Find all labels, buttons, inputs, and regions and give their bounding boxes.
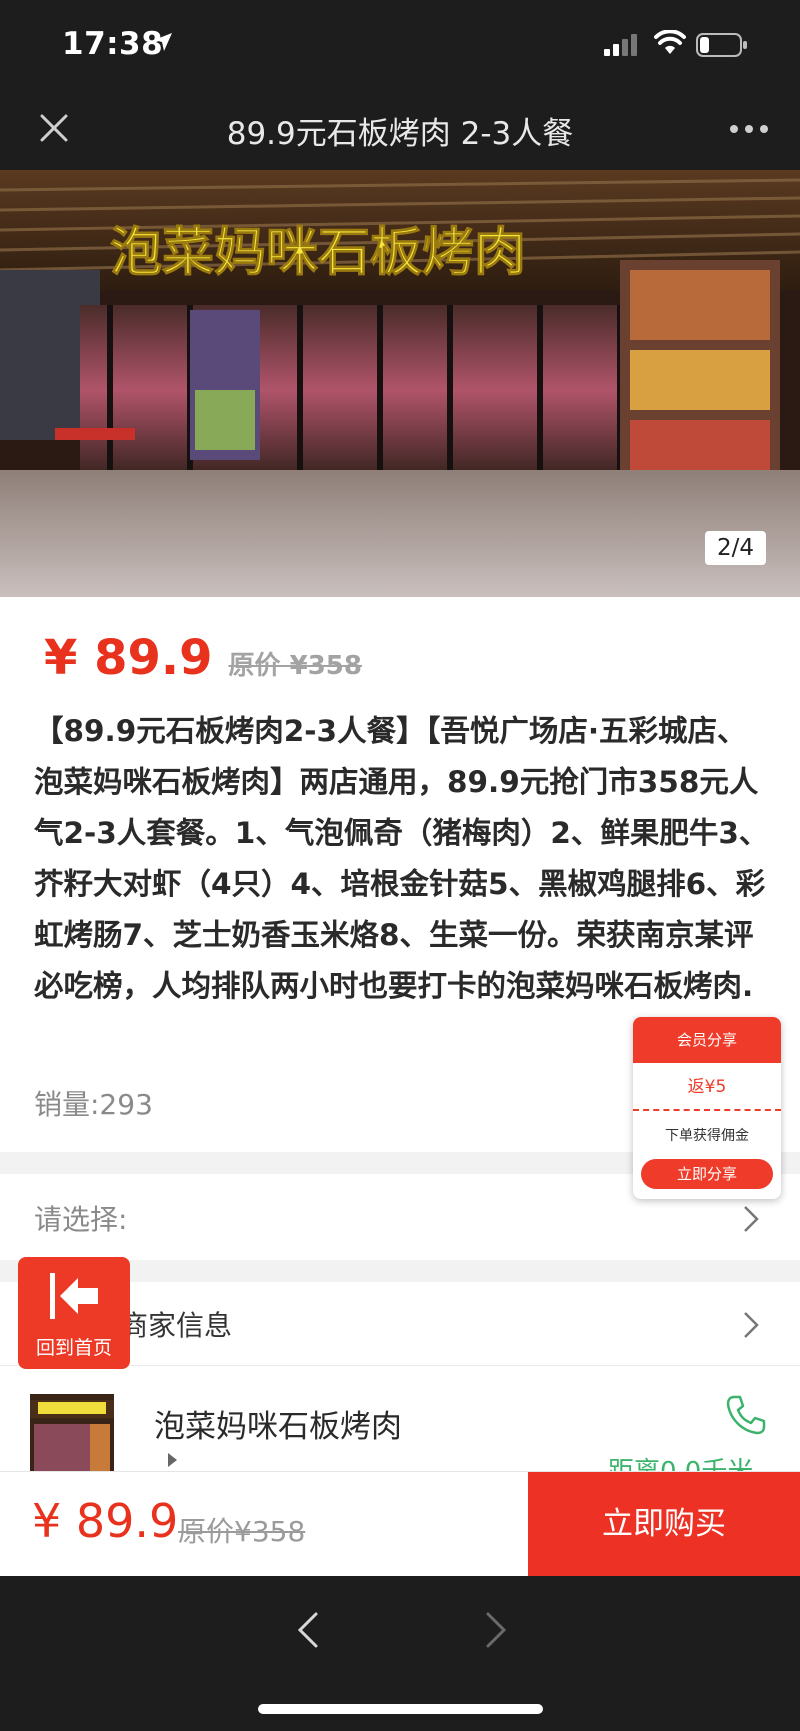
shop-distance: 距离0.0千米	[608, 1451, 753, 1471]
browser-back-icon[interactable]	[296, 1610, 320, 1650]
sales-count: 销量:293	[34, 1088, 153, 1121]
location-arrow-icon	[154, 33, 172, 51]
purchase-bar: ¥ 89.9 原价¥358 立即购买	[0, 1471, 800, 1577]
buy-now-button[interactable]: 立即购买	[528, 1472, 800, 1577]
share-cashback: 返¥5	[633, 1063, 781, 1111]
wifi-icon	[654, 30, 686, 54]
status-time: 17:38	[62, 26, 164, 62]
bar-original-price: 原价¥358	[178, 1515, 306, 1548]
close-icon[interactable]	[32, 106, 76, 150]
expand-arrow-icon[interactable]	[168, 1453, 177, 1467]
merchant-info-label: 商家信息	[120, 1309, 233, 1342]
browser-toolbar	[0, 1576, 800, 1731]
image-counter: 2/4	[704, 531, 766, 565]
signal-icon	[604, 34, 637, 56]
current-price: ¥ 89.9	[44, 630, 213, 686]
top-bar: 17:38 89.9元石板烤肉 2-3人餐	[0, 0, 800, 170]
share-subtitle: 下单获得佣金	[665, 1128, 749, 1144]
phone-icon[interactable]	[724, 1393, 768, 1437]
bar-price: ¥ 89.9	[32, 1494, 179, 1548]
member-share-card: 会员分享 返¥5 下单获得佣金 立即分享	[633, 1017, 781, 1199]
share-card-header: 会员分享	[633, 1017, 781, 1063]
back-arrow-icon	[50, 1273, 98, 1319]
shop-row[interactable]: 泡菜妈咪石板烤肉 距离0.0千米	[0, 1367, 800, 1471]
chevron-right-icon	[744, 1206, 759, 1232]
back-to-home-label: 回到首页	[35, 1337, 112, 1359]
storefront-illustration: 泡菜妈咪石板烤肉	[0, 170, 800, 597]
browser-forward-icon[interactable]	[484, 1610, 508, 1650]
store-sign: 泡菜妈咪石板烤肉	[110, 223, 526, 283]
back-to-home-button[interactable]: 回到首页	[18, 1257, 130, 1369]
more-icon[interactable]	[726, 114, 772, 144]
battery-icon	[696, 33, 747, 57]
page-title: 89.9元石板烤肉 2-3人餐	[226, 116, 574, 152]
chevron-right-icon	[744, 1312, 759, 1338]
product-image[interactable]: 泡菜妈咪石板烤肉 2/4	[0, 170, 800, 597]
share-now-button[interactable]: 立即分享	[641, 1159, 773, 1189]
original-price: 原价 ¥358	[228, 651, 362, 681]
shop-name: 泡菜妈咪石板烤肉	[154, 1409, 402, 1445]
home-indicator[interactable]	[258, 1704, 543, 1714]
shop-thumbnail	[30, 1394, 114, 1471]
product-description: 【89.9元石板烤肉2-3人餐】【吾悦广场店·五彩城店、泡菜妈咪石板烤肉】两店通…	[34, 714, 769, 1003]
select-label: 请选择:	[34, 1203, 128, 1236]
price-row: ¥ 89.9 原价 ¥358	[44, 630, 362, 686]
